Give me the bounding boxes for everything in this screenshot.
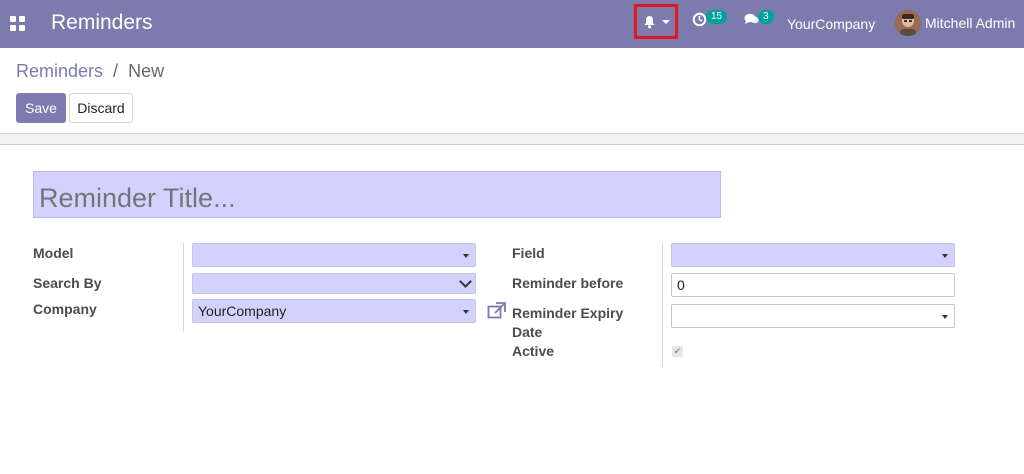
message-count-badge: 3 bbox=[758, 10, 774, 24]
reminder-before-input[interactable]: 0 bbox=[671, 273, 955, 297]
company-switcher[interactable]: YourCompany bbox=[787, 16, 875, 32]
expiry-date-label-line1: Reminder Expiry bbox=[512, 305, 624, 321]
breadcrumb-separator: / bbox=[113, 61, 119, 81]
reminder-before-label: Reminder before bbox=[512, 275, 624, 291]
avatar bbox=[895, 10, 921, 36]
user-name: Mitchell Admin bbox=[925, 15, 1016, 31]
caret-down-icon bbox=[463, 254, 469, 258]
activity-count-badge: 15 bbox=[706, 10, 728, 24]
breadcrumb-current: New bbox=[128, 61, 165, 81]
field-select[interactable] bbox=[671, 243, 955, 267]
save-button[interactable]: Save bbox=[16, 93, 66, 123]
user-menu[interactable]: Mitchell Admin bbox=[895, 10, 1015, 36]
app-title[interactable]: Reminders bbox=[51, 11, 153, 35]
reminder-title-input[interactable] bbox=[33, 171, 721, 218]
search-by-select[interactable] bbox=[192, 273, 476, 294]
left-column-separator bbox=[183, 243, 184, 332]
form-divider bbox=[0, 133, 1024, 145]
discard-button[interactable]: Discard bbox=[69, 93, 133, 123]
breadcrumb: Reminders / New bbox=[16, 61, 164, 82]
model-select[interactable] bbox=[192, 243, 476, 267]
activity-clock-icon bbox=[692, 12, 707, 27]
caret-down-icon bbox=[942, 315, 948, 319]
top-navbar: Reminders 15 3 YourCompany Mitchell Admi… bbox=[0, 0, 1024, 48]
search-by-label: Search By bbox=[33, 275, 102, 291]
apps-grid-icon[interactable] bbox=[10, 16, 25, 31]
company-label: Company bbox=[33, 301, 97, 317]
chevron-down-icon bbox=[661, 19, 670, 24]
caret-down-icon bbox=[942, 254, 948, 258]
messaging-menu[interactable]: 3 bbox=[744, 10, 774, 31]
active-checkbox[interactable]: ✔ bbox=[672, 346, 683, 357]
expiry-date-input[interactable] bbox=[671, 304, 955, 328]
notification-bell-button[interactable] bbox=[634, 4, 678, 39]
breadcrumb-parent-link[interactable]: Reminders bbox=[16, 61, 103, 81]
model-label: Model bbox=[33, 245, 74, 261]
caret-down-icon bbox=[463, 310, 469, 314]
check-icon: ✔ bbox=[673, 346, 682, 356]
field-label: Field bbox=[512, 245, 545, 261]
expiry-date-label-line2: Date bbox=[512, 324, 543, 340]
reminder-before-value: 0 bbox=[677, 277, 685, 293]
chevron-down-icon bbox=[459, 275, 472, 288]
activity-menu[interactable]: 15 bbox=[692, 10, 728, 32]
company-select[interactable]: YourCompany bbox=[192, 299, 476, 323]
company-value: YourCompany bbox=[198, 303, 287, 319]
right-column-separator bbox=[662, 243, 663, 367]
active-label: Active bbox=[512, 343, 555, 359]
bell-icon bbox=[644, 15, 654, 28]
external-link-icon[interactable] bbox=[487, 302, 507, 319]
